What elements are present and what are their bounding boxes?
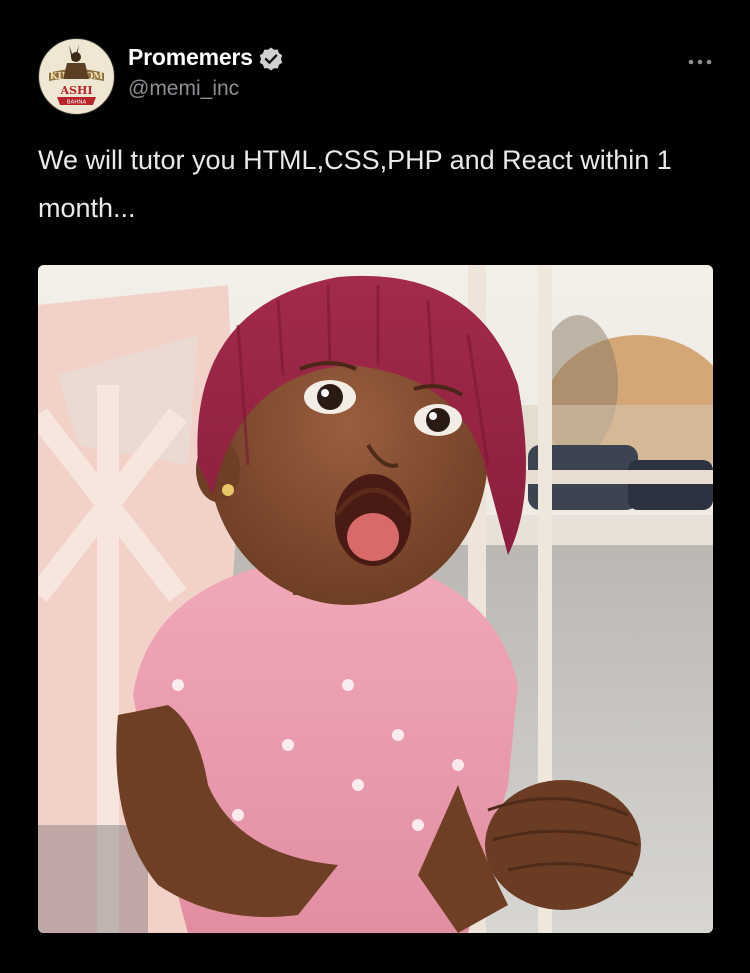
- author-avatar[interactable]: KINGDOM ASHI BAHNA: [38, 38, 115, 115]
- svg-text:ASHI: ASHI: [59, 84, 92, 97]
- verified-badge-icon: [259, 47, 283, 71]
- surprised-baby-photo: [38, 265, 713, 933]
- author-handle[interactable]: @memi_inc: [128, 77, 239, 101]
- more-options-button[interactable]: [684, 50, 716, 74]
- kingdom-logo-icon: KINGDOM ASHI BAHNA: [39, 39, 114, 114]
- more-options-icon: [688, 59, 712, 65]
- post-text: We will tutor you HTML,CSS,PHP and React…: [38, 145, 672, 223]
- post-media[interactable]: [38, 265, 713, 933]
- author-display-name[interactable]: Promemers: [128, 44, 253, 71]
- svg-text:BAHNA: BAHNA: [67, 100, 87, 106]
- post-card: KINGDOM ASHI BAHNA Promemers @memi_inc W…: [0, 0, 750, 973]
